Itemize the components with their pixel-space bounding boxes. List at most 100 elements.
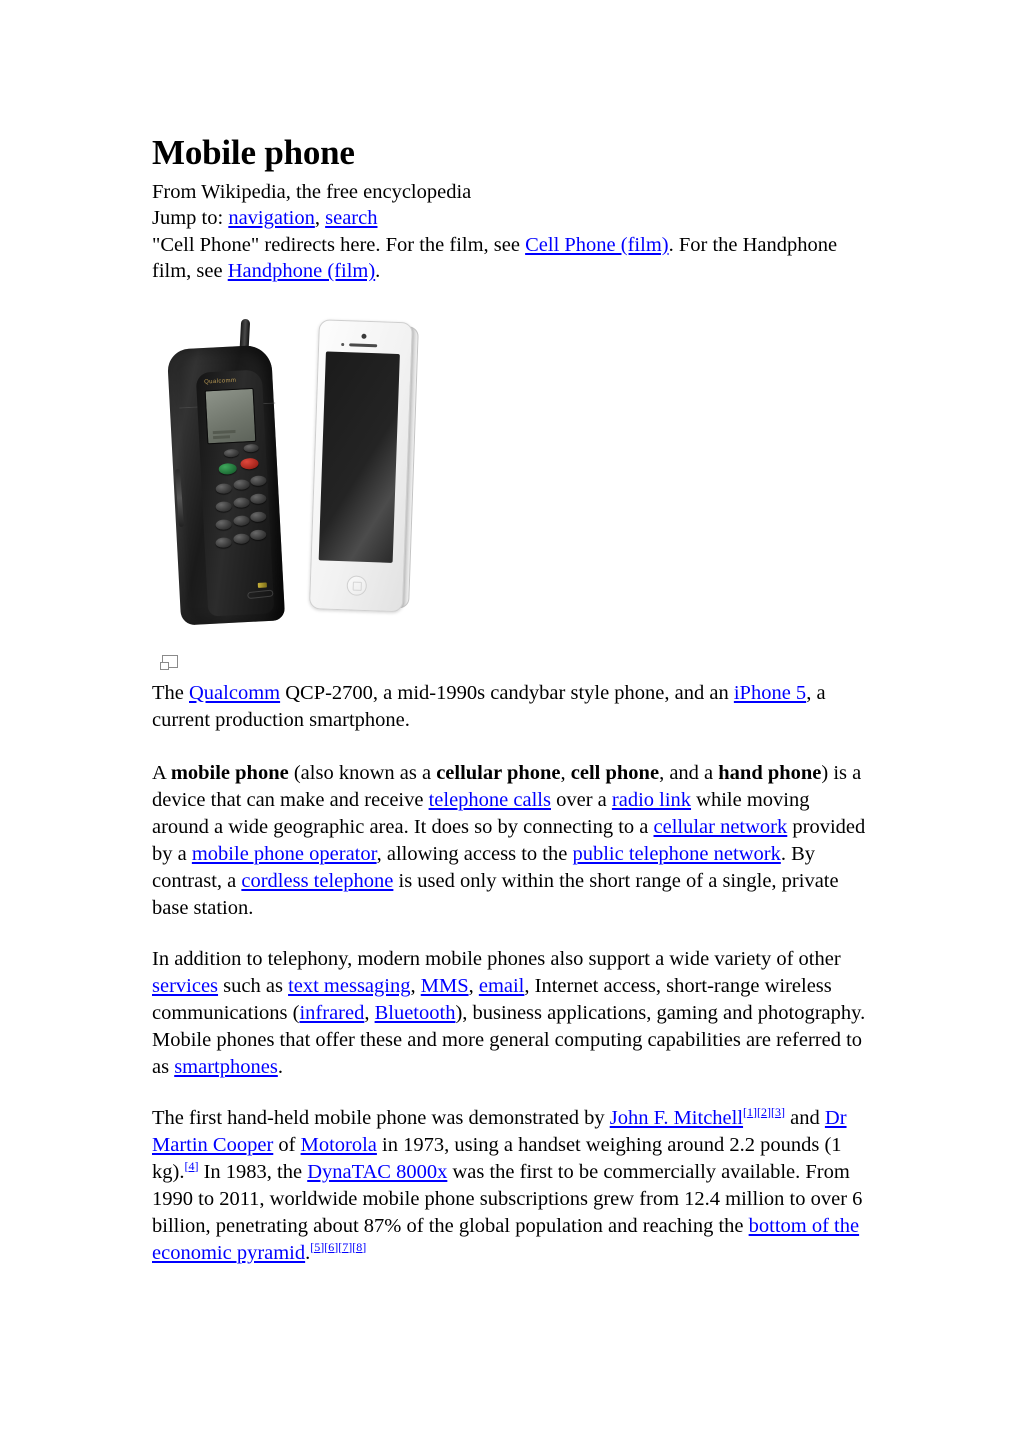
phones-photo[interactable]: Qualcomm <box>160 309 460 639</box>
citation-3[interactable]: [3] <box>771 1105 785 1119</box>
p3-t1: The first hand-held mobile phone was dem… <box>152 1106 610 1129</box>
term-cell-phone: cell phone <box>570 761 660 784</box>
john-f-mitchell-link[interactable]: John F. Mitchell <box>610 1107 743 1129</box>
p1-t9: , allowing access to the <box>376 842 573 865</box>
proximity-sensor-icon <box>341 342 345 346</box>
smartphones-link[interactable]: smartphones <box>174 1056 278 1078</box>
home-button-square-icon <box>352 581 362 591</box>
lead-figure: Qualcomm The Qualcomm QCP-2700, a mid-19… <box>152 309 868 734</box>
citation-8[interactable]: [8] <box>352 1240 366 1254</box>
enlarge-icon[interactable] <box>160 654 178 670</box>
earpiece-speaker <box>349 342 378 347</box>
text-messaging-link[interactable]: text messaging <box>288 975 410 997</box>
motorola-link[interactable]: Motorola <box>301 1134 377 1156</box>
qualcomm-qcp-2700-image: Qualcomm <box>166 318 286 626</box>
citation-1[interactable]: [1] <box>743 1105 757 1119</box>
paragraph-3: The first hand-held mobile phone was dem… <box>152 1105 868 1267</box>
cordless-telephone-link[interactable]: cordless telephone <box>241 870 393 892</box>
lcd-screen <box>204 387 257 444</box>
citation-7[interactable]: [7] <box>338 1240 352 1254</box>
article-subtitle: From Wikipedia, the free encyclopedia <box>152 180 472 203</box>
article-body: Mobile phone From Wikipedia, the free en… <box>152 133 868 1291</box>
key-1 <box>215 482 233 494</box>
infrared-link[interactable]: infrared <box>299 1002 364 1024</box>
radio-link-link[interactable]: radio link <box>612 789 691 811</box>
p3-t5: In 1983, the <box>198 1160 308 1183</box>
key-4 <box>215 500 232 512</box>
term-mobile-phone: mobile phone <box>170 761 289 784</box>
qualcomm-logo: Qualcomm <box>204 377 237 385</box>
citation-3-link[interactable]: [3] <box>771 1105 785 1119</box>
p2-t2: such as <box>218 974 289 997</box>
iphone-screen <box>318 350 400 563</box>
p2-t3: , <box>410 974 421 997</box>
p2-t1: In addition to telephony, modern mobile … <box>152 947 841 970</box>
citation-6[interactable]: [6] <box>324 1240 338 1254</box>
p2-t4: , <box>468 974 479 997</box>
p2-t8: . <box>277 1055 283 1078</box>
p3-t2: and <box>785 1106 825 1129</box>
paragraph-1: A mobile phone (also known as a cellular… <box>152 760 868 922</box>
hatnote: "Cell Phone" redirects here. For the fil… <box>152 232 868 285</box>
key-8 <box>233 514 250 526</box>
key-0 <box>233 532 250 544</box>
soft-key-right <box>243 443 259 452</box>
phone-front-face: Qualcomm <box>195 368 275 617</box>
caption-text-1: The <box>152 681 189 704</box>
citation-5-link[interactable]: [5] <box>310 1240 324 1254</box>
caption-text-2: QCP-2700, a mid-1990s candybar style pho… <box>280 681 734 704</box>
paragraph-2: In addition to telephony, modern mobile … <box>152 946 868 1081</box>
qualcomm-link[interactable]: Qualcomm <box>189 682 280 704</box>
email-link[interactable]: email <box>479 975 525 997</box>
bluetooth-link[interactable]: Bluetooth <box>375 1002 456 1024</box>
dynatac-8000x-link[interactable]: DynaTAC 8000x <box>307 1161 447 1183</box>
hatnote-text-1: "Cell Phone" redirects here. For the fil… <box>152 233 526 256</box>
citation-4-link[interactable]: [4] <box>184 1159 198 1173</box>
p3-t3: of <box>273 1133 301 1156</box>
citation-7-link[interactable]: [7] <box>338 1240 352 1254</box>
citation-8-link[interactable]: [8] <box>352 1240 366 1254</box>
enlarge-icon-rect-small <box>160 661 169 670</box>
lcd-text-lines <box>212 428 252 440</box>
page-title: Mobile phone <box>152 133 355 172</box>
citation-1-link[interactable]: [1] <box>743 1105 757 1119</box>
p1-t1: A <box>152 761 171 784</box>
mobile-phone-operator-link[interactable]: mobile phone operator <box>192 843 377 865</box>
citation-4[interactable]: [4] <box>184 1159 198 1173</box>
jump-to-search-link[interactable]: search <box>325 207 377 229</box>
home-button <box>346 574 368 596</box>
p1-t4: , and a <box>659 761 719 784</box>
citation-6-link[interactable]: [6] <box>324 1240 338 1254</box>
figure-caption: The Qualcomm QCP-2700, a mid-1990s candy… <box>152 680 868 734</box>
p1-t2: (also known as a <box>288 761 437 784</box>
key-9 <box>250 510 267 522</box>
key-star <box>215 536 232 548</box>
mms-link[interactable]: MMS <box>421 975 469 997</box>
key-6 <box>250 492 267 504</box>
end-key <box>240 457 259 470</box>
key-2 <box>233 478 250 490</box>
p1-t6: over a <box>550 788 612 811</box>
jump-to-line: Jump to: navigation, search <box>152 205 868 232</box>
citation-5[interactable]: [5] <box>310 1240 324 1254</box>
p2-t6: , <box>364 1001 375 1024</box>
telephone-calls-link[interactable]: telephone calls <box>429 789 551 811</box>
cellular-network-link[interactable]: cellular network <box>654 816 788 838</box>
iphone-5-image <box>307 318 429 612</box>
jump-to-navigation-link[interactable]: navigation <box>228 207 315 229</box>
services-link[interactable]: services <box>152 975 218 997</box>
term-hand-phone: hand phone <box>718 761 822 784</box>
key-7 <box>215 518 232 530</box>
key-3 <box>250 474 267 486</box>
iphone-body <box>308 318 414 612</box>
jump-to-label: Jump to: <box>152 207 229 229</box>
public-telephone-network-link[interactable]: public telephone network <box>572 843 780 865</box>
handphone-film-link[interactable]: Handphone (film) <box>228 260 375 282</box>
citation-2[interactable]: [2] <box>757 1105 771 1119</box>
jump-separator: , <box>314 207 326 229</box>
send-key <box>218 462 238 475</box>
cell-phone-film-link[interactable]: Cell Phone (film) <box>525 234 668 256</box>
iphone-5-link[interactable]: iPhone 5 <box>734 682 806 704</box>
citation-2-link[interactable]: [2] <box>757 1105 771 1119</box>
front-camera-icon <box>361 333 367 339</box>
